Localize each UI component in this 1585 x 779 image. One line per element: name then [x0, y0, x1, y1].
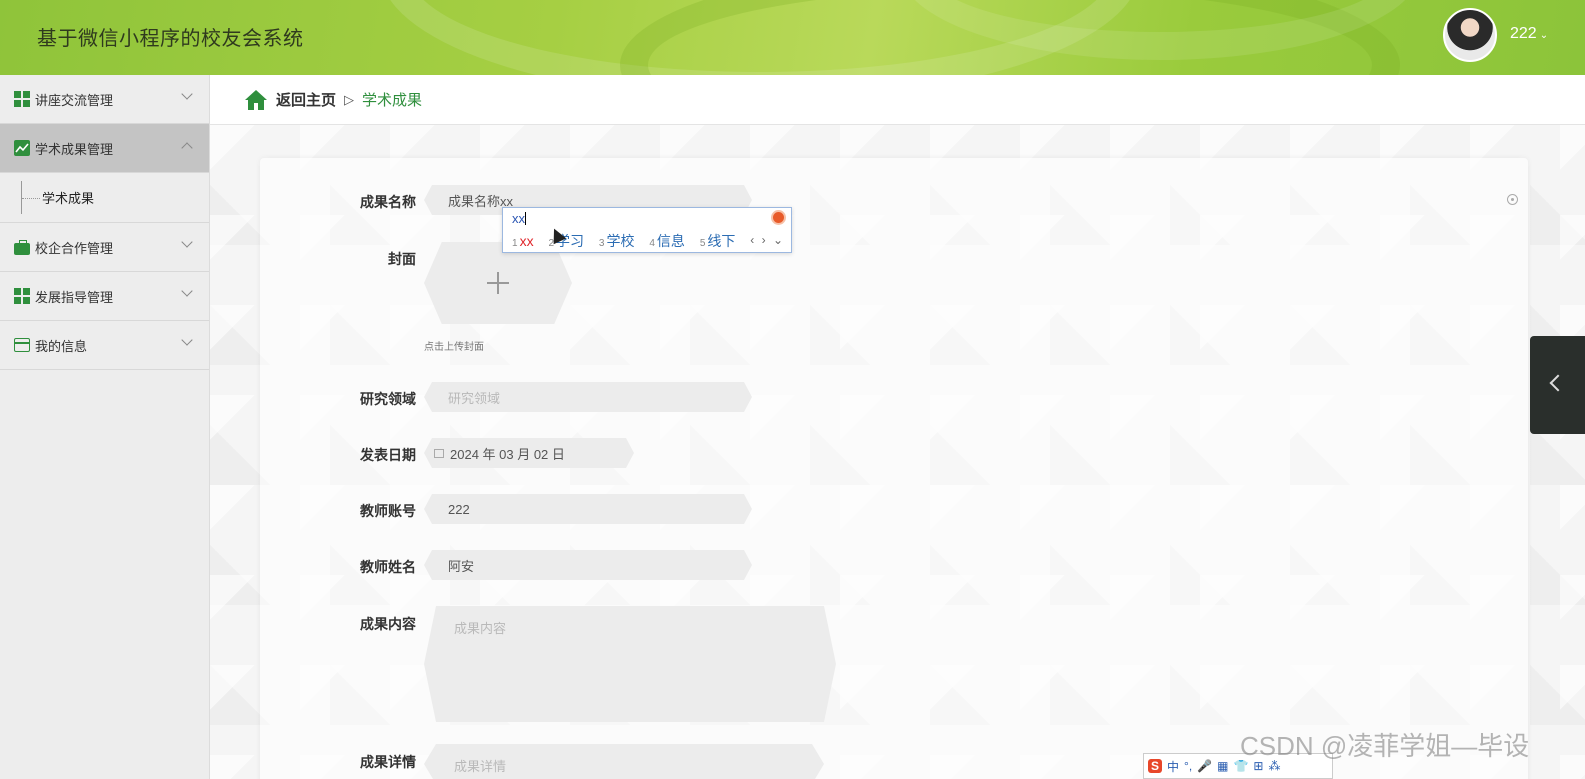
chevron-down-icon: [181, 236, 193, 248]
avatar[interactable]: [1443, 8, 1497, 62]
plus-icon: [487, 272, 509, 294]
sidebar: 讲座交流管理 学术成果管理 学术成果 校企合作管理 发展指导管理 我的信息: [0, 75, 210, 779]
date-label: 发表日期: [360, 447, 416, 463]
ime-candidate[interactable]: 1 xx: [512, 233, 534, 249]
chevron-down-icon: [181, 285, 193, 297]
content-label: 成果内容: [360, 616, 416, 632]
chevron-down-icon: [181, 334, 193, 346]
field-input[interactable]: 研究领域: [424, 382, 752, 412]
title-label: 成果名称: [360, 194, 416, 210]
ime-candidates: 1 xx 2 学习 3 学校 4 信息 5 线下: [512, 231, 746, 251]
account-label: 教师账号: [360, 503, 416, 519]
calendar-icon: [434, 449, 444, 458]
date-value: 2024 年 03 月 02 日: [450, 446, 565, 462]
content-textarea[interactable]: 成果内容: [424, 606, 836, 722]
chevron-up-icon: [181, 142, 193, 154]
breadcrumb: 返回主页 ▷ 学术成果: [210, 75, 1585, 125]
sidebar-item-academic[interactable]: 学术成果管理: [0, 124, 209, 173]
ime-toolbar-item[interactable]: °,: [1184, 759, 1192, 773]
ime-candidate[interactable]: 3 学校: [599, 233, 635, 249]
app-title: 基于微信小程序的校友会系统: [37, 28, 304, 50]
chevron-left-icon: [1549, 374, 1567, 392]
ime-composition: xx: [512, 211, 525, 226]
cover-label: 封面: [388, 251, 416, 267]
chevron-down-icon: [181, 88, 193, 100]
cover-upload-hint: 点击上传封面: [424, 342, 484, 353]
grid-icon: [14, 288, 30, 304]
keyboard-icon[interactable]: ▦: [1217, 759, 1228, 773]
name-label: 教师姓名: [360, 559, 416, 575]
sogou-logo-icon: S: [1148, 759, 1163, 773]
ime-page-nav[interactable]: ‹ › ⌄: [750, 233, 785, 247]
watermark: CSDN @凌菲学姐—毕设: [1240, 731, 1530, 761]
top-header: 基于微信小程序的校友会系统 222 ⌄: [0, 0, 1585, 75]
detail-editor[interactable]: 成果详情: [424, 744, 824, 779]
ime-logo-icon: [771, 210, 786, 225]
ime-candidate[interactable]: 4 信息: [649, 233, 685, 249]
sidebar-item-label: 学术成果管理: [35, 141, 114, 157]
briefcase-icon: [14, 239, 30, 255]
detail-label: 成果详情: [360, 754, 416, 770]
grid-icon: [14, 91, 30, 107]
field-label: 研究领域: [360, 391, 416, 407]
breadcrumb-home-link[interactable]: 返回主页: [276, 89, 336, 110]
chevron-down-icon: ⌄: [1539, 30, 1549, 41]
home-icon[interactable]: [244, 89, 268, 111]
ime-candidate[interactable]: 5 线下: [700, 233, 736, 249]
date-picker[interactable]: 2024 年 03 月 02 日: [424, 438, 634, 468]
sidebar-item-cooperation[interactable]: 校企合作管理: [0, 223, 209, 272]
side-collapse-button[interactable]: [1530, 336, 1585, 434]
sidebar-item-label: 发展指导管理: [35, 289, 114, 305]
sidebar-item-label: 我的信息: [35, 338, 88, 354]
chart-icon: [14, 140, 30, 156]
breadcrumb-separator-icon: ▷: [344, 91, 355, 107]
account-input[interactable]: 222: [424, 494, 752, 524]
sidebar-item-label: 校企合作管理: [35, 240, 114, 256]
breadcrumb-current: 学术成果: [362, 92, 423, 109]
user-menu[interactable]: 222 ⌄: [1510, 25, 1548, 43]
sidebar-item-guidance[interactable]: 发展指导管理: [0, 272, 209, 321]
ime-toolbar-item[interactable]: 中: [1167, 758, 1179, 775]
ime-candidate-popup: xx 1 xx 2 学习 3 学校 4 信息 5 线下 ‹ › ⌄: [502, 207, 792, 253]
username: 222: [1510, 25, 1537, 42]
sidebar-subitem-academic-results[interactable]: 学术成果: [0, 173, 209, 223]
sidebar-item-lecture[interactable]: 讲座交流管理: [0, 75, 209, 124]
microphone-icon[interactable]: 🎤: [1197, 759, 1212, 773]
sidebar-item-my-info[interactable]: 我的信息: [0, 321, 209, 370]
close-circle-icon[interactable]: [1507, 194, 1518, 205]
sidebar-item-label: 讲座交流管理: [35, 92, 114, 108]
name-input[interactable]: 阿安: [424, 550, 752, 580]
card-icon: [14, 338, 30, 352]
